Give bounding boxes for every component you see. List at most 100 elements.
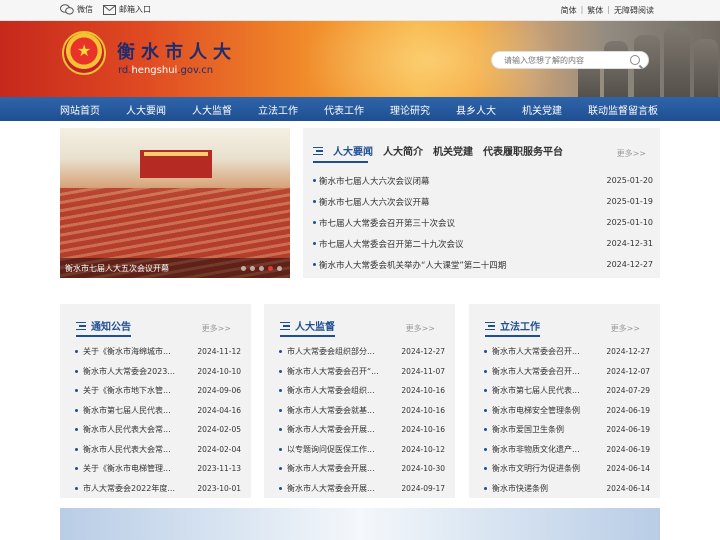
tab-party[interactable]: 机关党建 xyxy=(433,143,473,158)
nav-item[interactable]: 人大要闻 xyxy=(126,102,192,117)
wechat-link[interactable]: 微信 xyxy=(60,4,93,15)
bullet-icon xyxy=(484,350,487,353)
nav-item[interactable]: 代表工作 xyxy=(324,102,390,117)
slide-dot[interactable] xyxy=(277,266,282,271)
slide-dot[interactable] xyxy=(259,266,264,271)
list-item[interactable]: 市人大常委会组织部分... 2024-12-27 xyxy=(279,342,445,362)
list-item[interactable]: 衡水市快递条例 2024-06-14 xyxy=(484,479,650,499)
list-item-title[interactable]: 衡水市人大常委会召开... xyxy=(484,346,592,357)
list-item-title[interactable]: 衡水市人大常委会召开“... xyxy=(279,366,387,377)
list-item[interactable]: 衡水市人民代表大会常... 2024-02-05 xyxy=(75,420,241,440)
list-item-title[interactable]: 衡水市人大常委会开展... xyxy=(279,483,387,494)
list-item-title[interactable]: 衡水市人大常委会就基... xyxy=(279,405,387,416)
news-more-link[interactable]: 更多>> xyxy=(617,148,646,159)
list-item[interactable]: 衡水市人大常委会组织... 2024-10-16 xyxy=(279,381,445,401)
nav-item[interactable]: 机关党建 xyxy=(522,102,588,117)
news-item-title[interactable]: 市七届人大常委会召开第三十次会议 xyxy=(313,217,603,229)
list-item[interactable]: 以专题询问促医保工作... 2024-10-12 xyxy=(279,440,445,460)
tab-news[interactable]: 人大要闻 xyxy=(333,143,373,158)
list-item-title[interactable]: 衡水市人大常委会2023... xyxy=(75,366,183,377)
nav-item[interactable]: 理论研究 xyxy=(390,102,456,117)
mail-link[interactable]: 邮箱入口 xyxy=(103,4,151,15)
list-item-title[interactable]: 衡水市非物质文化遗产... xyxy=(484,444,592,455)
list-item-title[interactable]: 衡水市人大常委会召开... xyxy=(484,366,592,377)
list-item[interactable]: 衡水市爱国卫生条例 2024-06-19 xyxy=(484,420,650,440)
panel-title[interactable]: 通知公告 xyxy=(91,318,131,333)
traditional-link[interactable]: 繁体 xyxy=(587,5,603,16)
list-item[interactable]: 关于《衡水市海绵城市... 2024-11-12 xyxy=(75,342,241,362)
list-item-title[interactable]: 衡水市文明行为促进条例 xyxy=(484,463,592,474)
list-item-title[interactable]: 关于《衡水市地下水管... xyxy=(75,385,183,396)
list-item-title[interactable]: 市人大常委会2022年度... xyxy=(75,483,183,494)
simplified-link[interactable]: 简体 xyxy=(561,5,577,16)
list-item-title[interactable]: 衡水市人大常委会开展... xyxy=(279,424,387,435)
list-item[interactable]: 衡水市第七届人民代表... 2024-04-16 xyxy=(75,401,241,421)
photo-slider[interactable]: 衡水市七届人大五次会议开幕 xyxy=(60,128,290,278)
list-item-title[interactable]: 衡水市快递条例 xyxy=(484,483,592,494)
tab-intro[interactable]: 人大简介 xyxy=(383,143,423,158)
slide-dot-active[interactable] xyxy=(268,266,273,271)
list-item[interactable]: 衡水市人民代表大会常... 2024-02-04 xyxy=(75,440,241,460)
panel-more-link[interactable]: 更多>> xyxy=(202,323,231,334)
nav-item[interactable]: 立法工作 xyxy=(258,102,324,117)
list-item[interactable]: 衡水市非物质文化遗产... 2024-06-19 xyxy=(484,440,650,460)
panel-header: 通知公告 xyxy=(76,318,131,333)
list-item-title[interactable]: 衡水市电梯安全管理条例 xyxy=(484,405,592,416)
list-item[interactable]: 衡水市人大常委会召开“... 2024-11-07 xyxy=(279,362,445,382)
nav-item[interactable]: 县乡人大 xyxy=(456,102,522,117)
slide-caption[interactable]: 衡水市七届人大五次会议开幕 xyxy=(65,263,169,274)
list-item-title[interactable]: 衡水市人民代表大会常... xyxy=(75,444,183,455)
list-item-title[interactable]: 以专题询问促医保工作... xyxy=(279,444,387,455)
list-item-date: 2024-12-27 xyxy=(606,347,650,357)
list-item-title[interactable]: 衡水市人大常委会开展... xyxy=(279,463,387,474)
nav-item[interactable]: 人大监督 xyxy=(192,102,258,117)
news-item-title[interactable]: 衡水市七届人大六次会议开幕 xyxy=(313,196,603,208)
list-item[interactable]: 关于《衡水市电梯管理... 2023-11-13 xyxy=(75,459,241,479)
news-item[interactable]: 衡水市人大常委会机关举办“人大课堂”第二十四期 2024-12-27 xyxy=(313,254,653,275)
list-item[interactable]: 衡水市人大常委会召开... 2024-12-07 xyxy=(484,362,650,382)
news-item[interactable]: 市七届人大常委会召开第三十次会议 2025-01-10 xyxy=(313,212,653,233)
tab-deputy-service[interactable]: 代表履职服务平台 xyxy=(483,143,563,158)
list-item[interactable]: 衡水市文明行为促进条例 2024-06-14 xyxy=(484,459,650,479)
bullet-icon xyxy=(279,350,282,353)
list-item[interactable]: 衡水市人大常委会召开... 2024-12-27 xyxy=(484,342,650,362)
accessibility-link[interactable]: 无障碍阅读 xyxy=(614,5,654,16)
news-item[interactable]: 衡水市七届人大六次会议开幕 2025-01-19 xyxy=(313,191,653,212)
list-item[interactable]: 市人大常委会2022年度... 2023-10-01 xyxy=(75,479,241,499)
list-item[interactable]: 衡水市人大常委会2023... 2024-10-10 xyxy=(75,362,241,382)
news-item-title[interactable]: 衡水市七届人大六次会议闭幕 xyxy=(313,175,603,187)
nav-item[interactable]: 网站首页 xyxy=(60,102,126,117)
search-icon[interactable] xyxy=(630,55,640,65)
list-item-date: 2024-11-07 xyxy=(401,366,445,376)
list-item-title[interactable]: 衡水市爱国卫生条例 xyxy=(484,424,592,435)
panel-more-link[interactable]: 更多>> xyxy=(406,323,435,334)
panel-title[interactable]: 立法工作 xyxy=(500,318,540,333)
nav-item[interactable]: 联动监督留言板 xyxy=(588,102,660,117)
slide-dot[interactable] xyxy=(241,266,246,271)
list-item-title[interactable]: 衡水市人大常委会组织... xyxy=(279,385,387,396)
list-item-title[interactable]: 衡水市第七届人民代表... xyxy=(484,385,592,396)
list-item-title[interactable]: 衡水市人民代表大会常... xyxy=(75,424,183,435)
news-item-title[interactable]: 市七届人大常委会召开第二十九次会议 xyxy=(313,238,603,250)
list-item-title[interactable]: 衡水市第七届人民代表... xyxy=(75,405,183,416)
list-item[interactable]: 衡水市第七届人民代表... 2024-07-29 xyxy=(484,381,650,401)
panel-more-link[interactable]: 更多>> xyxy=(611,323,640,334)
list-item[interactable]: 衡水市人大常委会就基... 2024-10-16 xyxy=(279,401,445,421)
url-suffix: .gov.cn xyxy=(177,65,214,76)
national-emblem-icon: ★ xyxy=(62,31,106,75)
list-item[interactable]: 关于《衡水市地下水管... 2024-09-06 xyxy=(75,381,241,401)
news-item[interactable]: 市七届人大常委会召开第二十九次会议 2024-12-31 xyxy=(313,233,653,254)
list-item[interactable]: 衡水市人大常委会开展... 2024-10-16 xyxy=(279,420,445,440)
slide-stage xyxy=(140,150,212,178)
news-item-title[interactable]: 衡水市人大常委会机关举办“人大课堂”第二十四期 xyxy=(313,259,603,271)
search-input[interactable] xyxy=(504,54,624,67)
list-item-title[interactable]: 市人大常委会组织部分... xyxy=(279,346,387,357)
slide-dot[interactable] xyxy=(250,266,255,271)
list-item[interactable]: 衡水市人大常委会开展... 2024-09-17 xyxy=(279,479,445,499)
panel-title[interactable]: 人大监督 xyxy=(295,318,335,333)
news-item[interactable]: 衡水市七届人大六次会议闭幕 2025-01-20 xyxy=(313,170,653,191)
list-item-title[interactable]: 关于《衡水市电梯管理... xyxy=(75,463,183,474)
list-item[interactable]: 衡水市人大常委会开展... 2024-10-30 xyxy=(279,459,445,479)
list-item[interactable]: 衡水市电梯安全管理条例 2024-06-19 xyxy=(484,401,650,421)
list-item-title[interactable]: 关于《衡水市海绵城市... xyxy=(75,346,183,357)
